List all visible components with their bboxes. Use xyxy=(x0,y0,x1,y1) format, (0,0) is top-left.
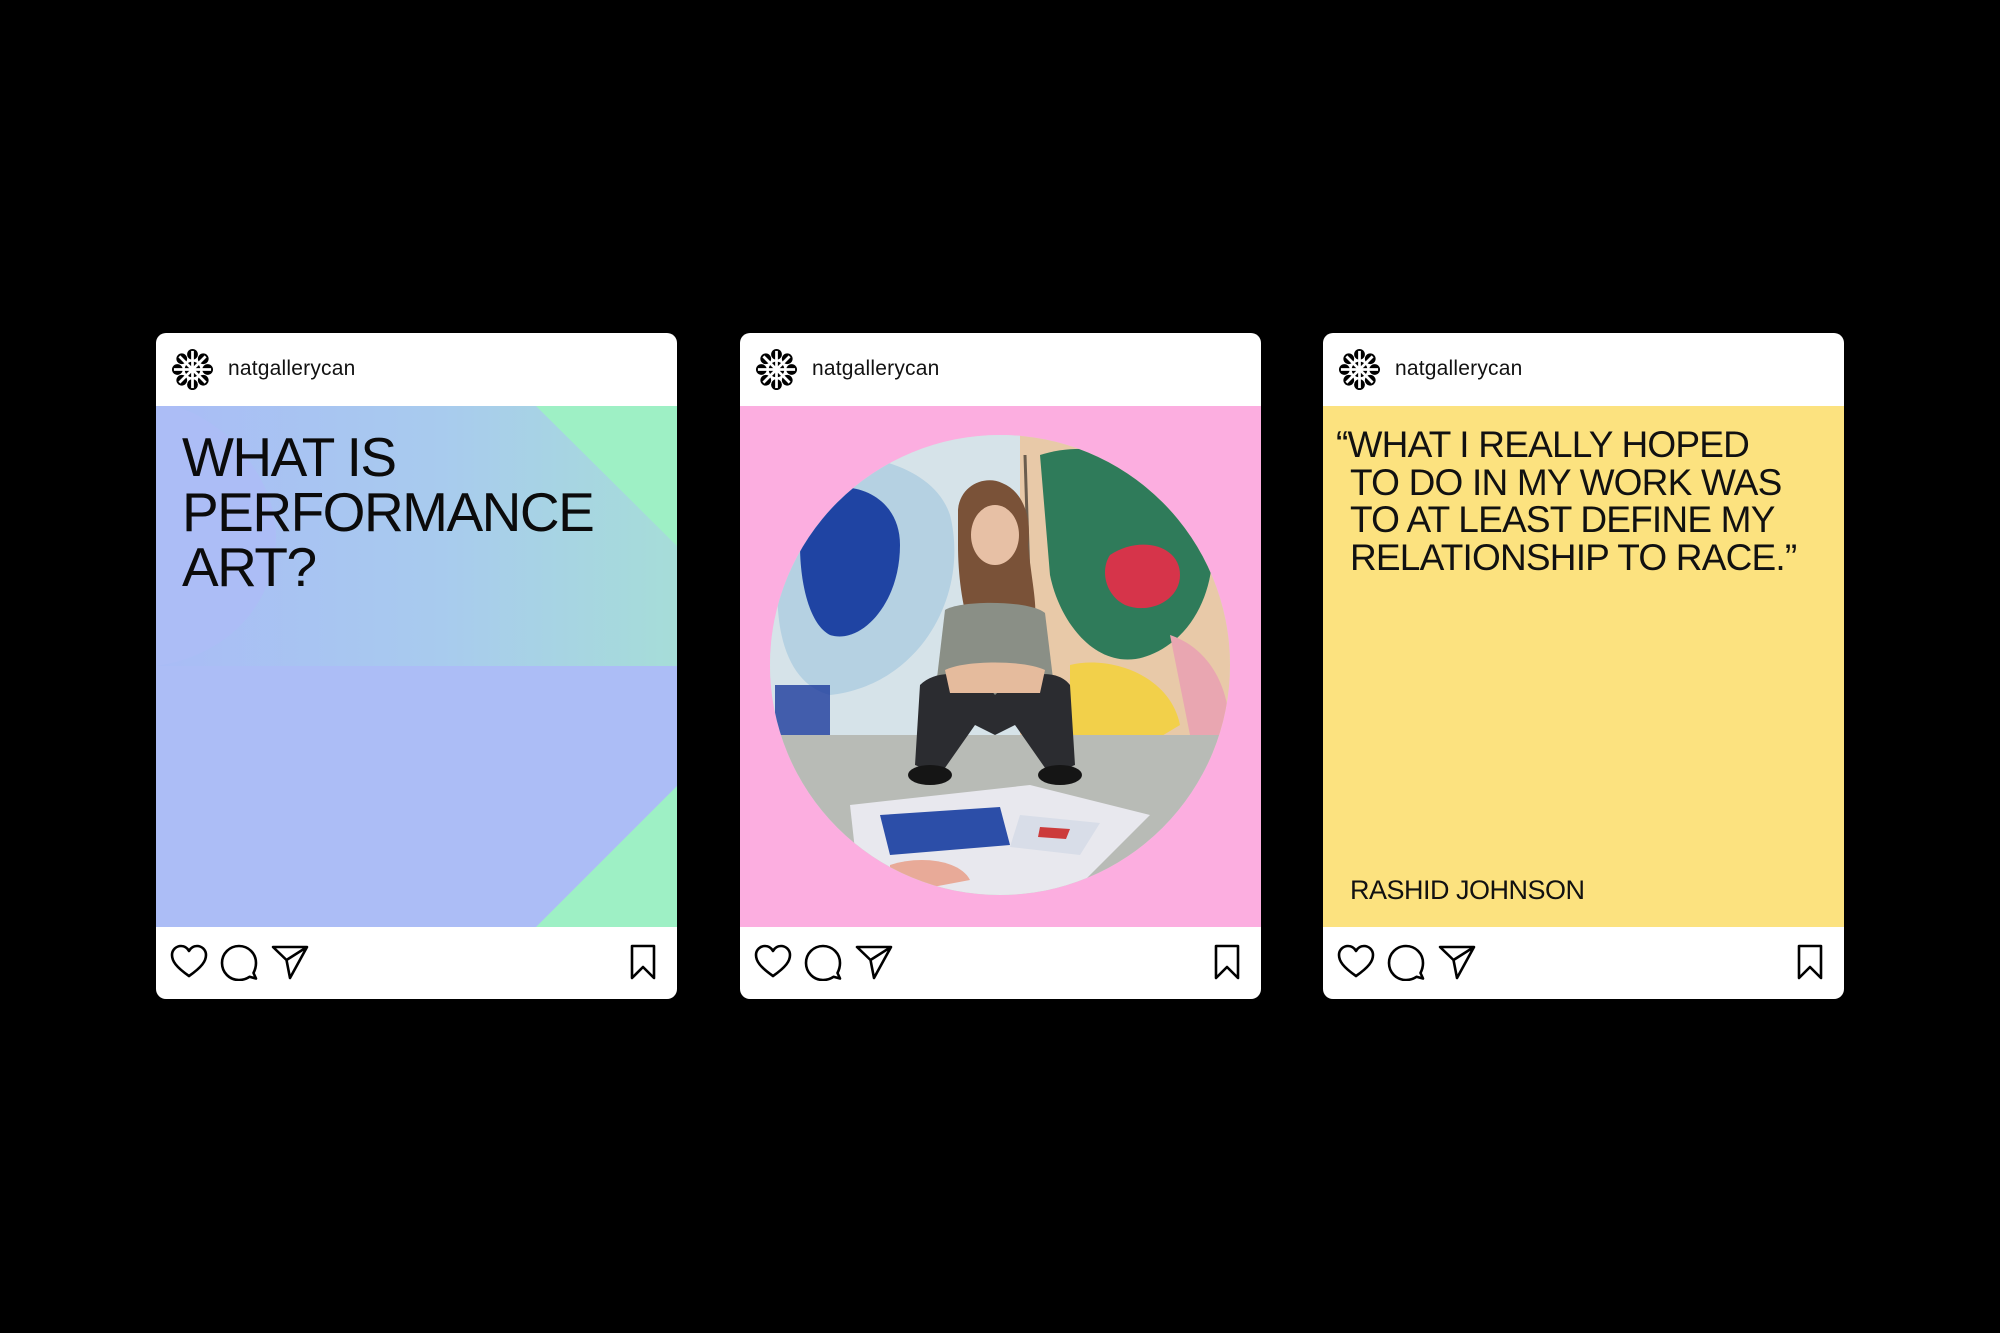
post-image xyxy=(740,406,1261,927)
comment-icon[interactable] xyxy=(804,943,842,981)
username-link[interactable]: natgallerycan xyxy=(812,357,940,381)
quote-author: RASHID JOHNSON xyxy=(1350,875,1585,905)
post-header: natgallerycan xyxy=(1323,333,1844,406)
studio-scene-illustration xyxy=(770,435,1230,895)
heart-icon[interactable] xyxy=(170,943,208,981)
comment-icon[interactable] xyxy=(1387,943,1425,981)
gallery-logo-icon[interactable] xyxy=(171,348,214,391)
username-link[interactable]: natgallerycan xyxy=(1395,357,1523,381)
bookmark-icon[interactable] xyxy=(1208,943,1246,981)
headline-line: ART? xyxy=(182,536,317,598)
quote-line: RELATIONSHIP TO RACE.” xyxy=(1350,536,1797,578)
send-icon[interactable] xyxy=(1438,943,1476,981)
post-header: natgallerycan xyxy=(740,333,1261,406)
post-card-performance-art: natgallerycan WHAT IS PERFORMANCE ART? xyxy=(156,333,677,999)
username-link[interactable]: natgallerycan xyxy=(228,357,356,381)
quote-text: “WHAT I REALLY HOPED TO DO IN MY WORK WA… xyxy=(1336,424,1797,578)
post-actions xyxy=(1323,927,1844,999)
headline-line: WHAT IS xyxy=(182,426,397,488)
quote-line: TO DO IN MY WORK WAS xyxy=(1350,461,1782,503)
post-card-artist-portrait: natgallerycan xyxy=(740,333,1261,999)
headline-line: PERFORMANCE xyxy=(182,481,595,543)
comment-icon[interactable] xyxy=(220,943,258,981)
bookmark-icon[interactable] xyxy=(624,943,662,981)
send-icon[interactable] xyxy=(855,943,893,981)
heart-icon[interactable] xyxy=(754,943,792,981)
gallery-logo-icon[interactable] xyxy=(755,348,798,391)
post-headline: WHAT IS PERFORMANCE ART? xyxy=(182,426,595,598)
artist-portrait-photo xyxy=(770,435,1230,895)
heart-icon[interactable] xyxy=(1337,943,1375,981)
bookmark-icon[interactable] xyxy=(1791,943,1829,981)
send-icon[interactable] xyxy=(271,943,309,981)
gallery-logo-icon[interactable] xyxy=(1338,348,1381,391)
post-actions xyxy=(740,927,1261,999)
quote-line: “WHAT I REALLY HOPED xyxy=(1336,424,1750,465)
post-header: natgallerycan xyxy=(156,333,677,406)
quote-line: TO AT LEAST DEFINE MY xyxy=(1350,499,1775,540)
post-image: “WHAT I REALLY HOPED TO DO IN MY WORK WA… xyxy=(1323,406,1844,927)
post-image: WHAT IS PERFORMANCE ART? xyxy=(156,406,677,927)
post-card-quote: natgallerycan “WHAT I REALLY HOPED TO DO… xyxy=(1323,333,1844,999)
post-actions xyxy=(156,927,677,999)
